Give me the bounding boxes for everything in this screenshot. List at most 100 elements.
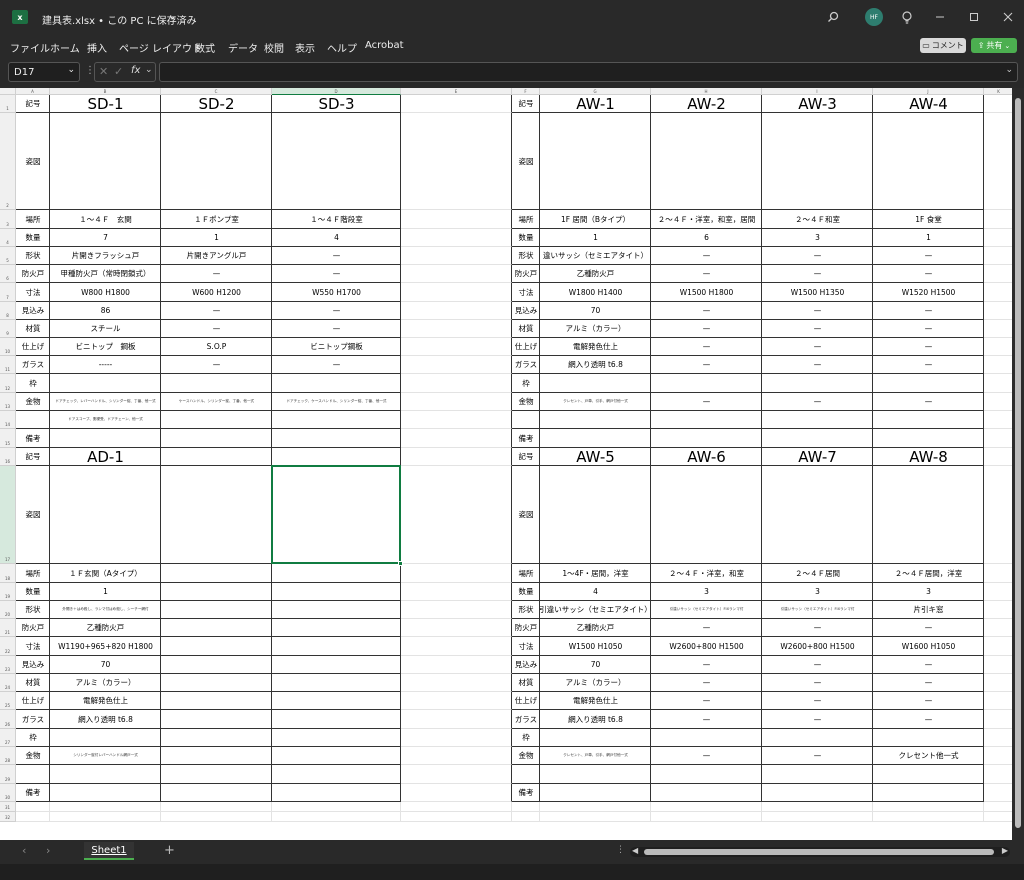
value-cell[interactable]: — [161, 265, 272, 283]
cell[interactable] [762, 784, 873, 802]
menu-review[interactable]: 校閲 [264, 40, 284, 55]
value-cell[interactable]: W1800 H1400 [540, 283, 651, 302]
value-cell[interactable]: ２～４Ｆ和室 [762, 210, 873, 229]
row-label-cell[interactable]: 仕上げ [16, 338, 50, 356]
value-cell[interactable]: W600 H1200 [161, 283, 272, 302]
value-cell[interactable]: １Ｆ玄関（Aタイプ） [50, 564, 161, 583]
cell[interactable] [540, 113, 651, 210]
row-header-15[interactable]: 15 [0, 429, 16, 448]
selected-cell-D17[interactable] [271, 465, 401, 564]
value-cell[interactable]: — [873, 338, 984, 356]
cell[interactable] [984, 466, 1014, 564]
cell[interactable] [161, 564, 272, 583]
cell[interactable] [873, 784, 984, 802]
row-label-cell[interactable]: 形状 [16, 247, 50, 265]
cell[interactable] [161, 784, 272, 802]
cell[interactable] [401, 747, 512, 765]
cell[interactable] [873, 729, 984, 747]
cell[interactable] [161, 692, 272, 710]
lightbulb-icon[interactable] [900, 9, 914, 25]
item-code-cell[interactable]: SD-1 [50, 95, 161, 113]
cell[interactable] [873, 429, 984, 448]
cell[interactable] [540, 765, 651, 784]
value-cell[interactable]: — [762, 356, 873, 374]
value-cell[interactable]: — [873, 656, 984, 674]
cell[interactable] [762, 429, 873, 448]
row-header-9[interactable]: 9 [0, 320, 16, 338]
row-header-22[interactable]: 22 [0, 637, 16, 656]
cell[interactable] [984, 619, 1014, 637]
row-label-cell[interactable]: 寸法 [512, 637, 540, 656]
cell[interactable] [401, 802, 512, 812]
row-header-6[interactable]: 6 [0, 265, 16, 283]
value-cell[interactable]: クレセント他一式 [873, 747, 984, 765]
cell[interactable] [161, 601, 272, 619]
row-label-cell[interactable]: 枠 [512, 729, 540, 747]
cell[interactable] [984, 113, 1014, 210]
menu-formulas[interactable]: 数式 [195, 40, 215, 55]
cell[interactable] [540, 729, 651, 747]
value-cell[interactable]: 4 [540, 583, 651, 601]
cell[interactable] [50, 429, 161, 448]
value-cell[interactable]: ドアチェック、レバーハンドル、シリンダー錠、丁番、他一式 [50, 393, 161, 411]
value-cell[interactable]: — [651, 692, 762, 710]
item-code-cell[interactable]: AD-1 [50, 448, 161, 466]
cell[interactable] [401, 393, 512, 411]
row-label-cell[interactable]: 材質 [16, 674, 50, 692]
scroll-right-icon[interactable]: ▶ [1002, 846, 1008, 855]
value-cell[interactable]: — [272, 247, 401, 265]
cell[interactable] [272, 583, 401, 601]
row-label-cell[interactable]: 形状 [512, 601, 540, 619]
value-cell[interactable]: — [651, 747, 762, 765]
cell[interactable] [873, 113, 984, 210]
row-label-cell[interactable]: 枠 [16, 729, 50, 747]
cell[interactable] [873, 374, 984, 393]
cell[interactable] [161, 747, 272, 765]
cell[interactable] [272, 113, 401, 210]
value-cell[interactable]: 3 [651, 583, 762, 601]
row-header-27[interactable]: 27 [0, 729, 16, 747]
value-cell[interactable]: 1 [873, 229, 984, 247]
row-label-cell[interactable]: 備考 [512, 784, 540, 802]
menu-help[interactable]: ヘルプ [327, 40, 357, 55]
row-header-24[interactable]: 24 [0, 674, 16, 692]
cell[interactable] [984, 674, 1014, 692]
cell[interactable] [401, 729, 512, 747]
cell[interactable] [873, 411, 984, 429]
cell[interactable] [401, 283, 512, 302]
row-label-cell[interactable]: 寸法 [512, 283, 540, 302]
cell[interactable] [401, 247, 512, 265]
cell[interactable] [161, 802, 272, 812]
cell[interactable] [540, 374, 651, 393]
enter-icon[interactable]: ✓ [114, 65, 123, 78]
value-cell[interactable]: 70 [540, 656, 651, 674]
cell[interactable] [401, 448, 512, 466]
cell[interactable] [272, 747, 401, 765]
value-cell[interactable]: 引違いサッシ（セミエアタイト）FIXランマ付 [651, 601, 762, 619]
column-header-A[interactable]: A [16, 88, 50, 95]
value-cell[interactable]: — [651, 320, 762, 338]
cell[interactable] [272, 656, 401, 674]
value-cell[interactable]: クレセント、戸車、引手、網戸付他一式 [540, 747, 651, 765]
value-cell[interactable]: W1600 H1050 [873, 637, 984, 656]
row-header-11[interactable]: 11 [0, 356, 16, 374]
cell[interactable] [512, 765, 540, 784]
cell[interactable] [984, 283, 1014, 302]
row-label-cell[interactable]: 寸法 [16, 637, 50, 656]
cell[interactable] [50, 374, 161, 393]
cell[interactable] [762, 802, 873, 812]
row-label-cell[interactable]: 仕上げ [512, 338, 540, 356]
cell[interactable] [984, 812, 1014, 822]
cell[interactable] [161, 656, 272, 674]
horizontal-scrollbar[interactable]: ◀ ▶ [630, 846, 1010, 857]
cell[interactable] [512, 411, 540, 429]
maximize-icon[interactable] [967, 10, 981, 24]
column-header-B[interactable]: B [50, 88, 161, 95]
row-header-12[interactable]: 12 [0, 374, 16, 393]
row-label-cell[interactable]: 防火戸 [512, 265, 540, 283]
cell[interactable] [161, 729, 272, 747]
column-header-E[interactable]: E [401, 88, 512, 95]
prev-sheet-icon[interactable]: ‹ [22, 844, 26, 857]
value-cell[interactable]: — [161, 302, 272, 320]
row-label-cell[interactable]: 金物 [16, 393, 50, 411]
